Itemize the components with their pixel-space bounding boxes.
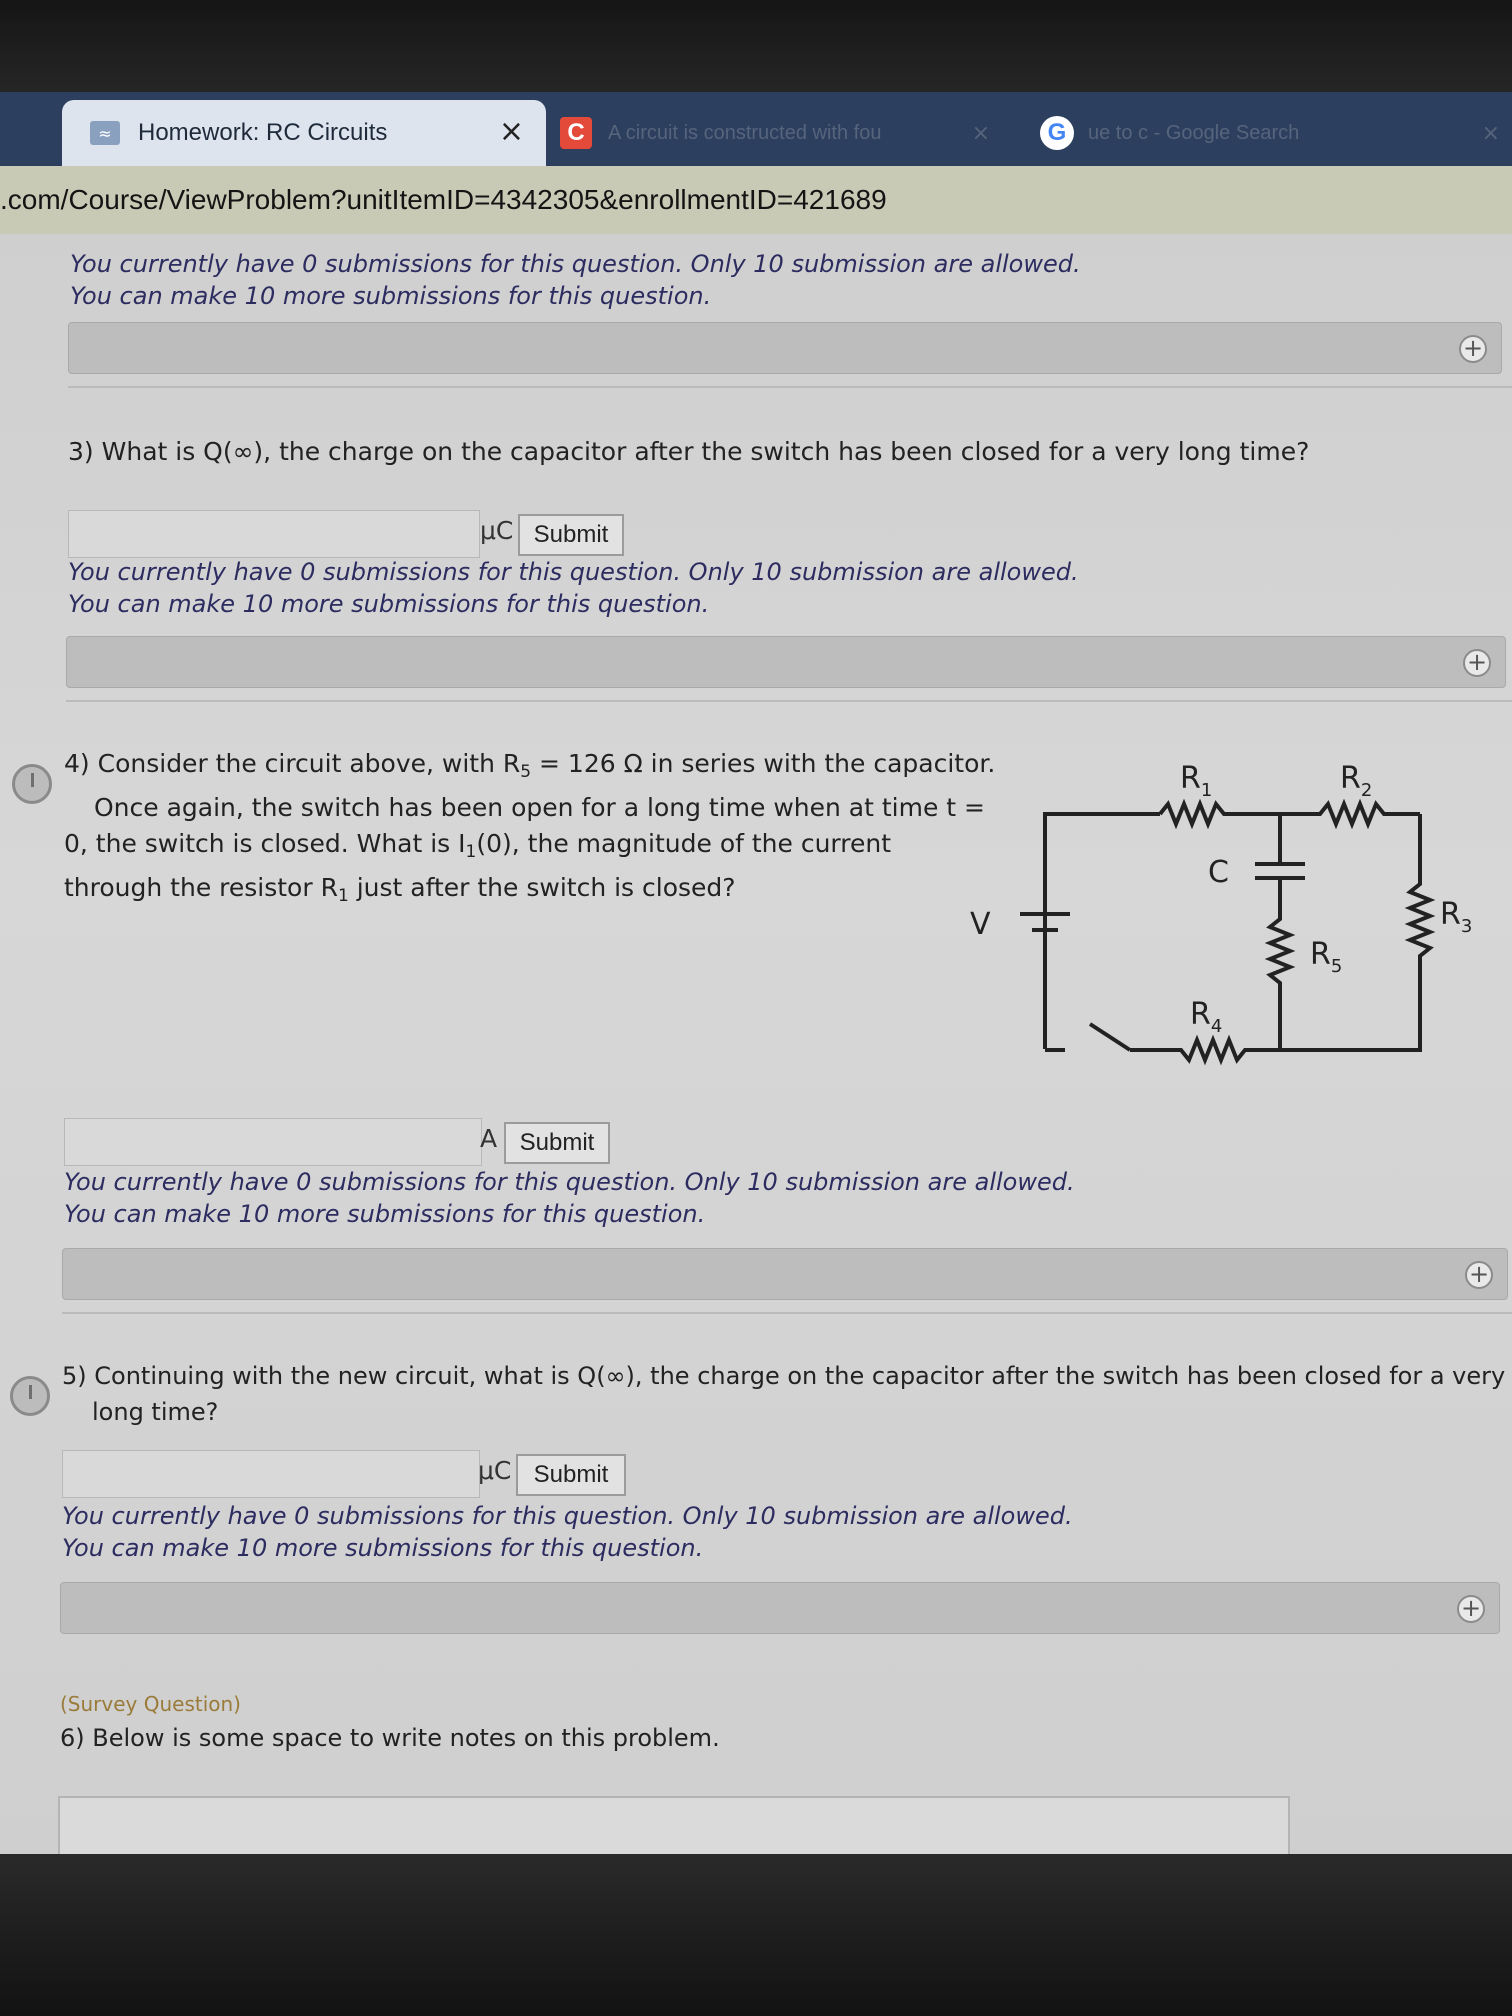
resistor-r3 (1290, 814, 1436, 1052)
screen-bezel-bottom (0, 1854, 1512, 2016)
google-icon: G (1040, 116, 1074, 150)
hint-bar[interactable]: + (66, 636, 1506, 688)
question-3: 3) What is Q(∞), the charge on the capac… (68, 437, 1310, 466)
resistor-r5 (1264, 878, 1296, 1050)
label-r3: R3 (1440, 897, 1472, 937)
clock-icon (10, 1376, 50, 1416)
submit-button-q5[interactable]: Submit (516, 1454, 626, 1496)
wire (1043, 812, 1160, 1049)
submission-note: You currently have 0 submissions for thi… (62, 1502, 1073, 1562)
tab-title: Homework: RC Circuits (138, 119, 388, 146)
plus-circle-icon[interactable]: + (1465, 1261, 1493, 1289)
resistor-r1 (1158, 798, 1280, 830)
unit-label: μC (480, 516, 514, 545)
divider (62, 1312, 1512, 1314)
unit-label: μC (478, 1456, 512, 1485)
answer-input-q3[interactable] (68, 510, 480, 558)
label-r2: R2 (1340, 761, 1372, 801)
submit-button-q3[interactable]: Submit (518, 514, 624, 556)
question-4: 4) Consider the circuit above, with R5 =… (64, 749, 996, 906)
label-r5: R5 (1310, 937, 1342, 977)
switch (1088, 1022, 1132, 1052)
tab-title: A circuit is constructed with fou (608, 121, 882, 144)
tab-homework[interactable]: ≈ Homework: RC Circuits × (62, 100, 546, 166)
clock-icon (12, 764, 52, 804)
plus-circle-icon[interactable]: + (1459, 335, 1487, 363)
tab-google[interactable]: G ue to c - Google Search × (1040, 110, 1500, 156)
survey-label: (Survey Question) (60, 1692, 241, 1716)
submit-button-q4[interactable]: Submit (504, 1122, 610, 1164)
tab-chegg[interactable]: C A circuit is constructed with fou × (560, 110, 1000, 156)
label-r1: R1 (1180, 761, 1212, 801)
submission-note: You currently have 0 submissions for thi… (64, 1168, 1075, 1228)
resistor-r2 (1280, 798, 1420, 830)
plus-circle-icon[interactable]: + (1457, 1595, 1485, 1623)
question-5: 5) Continuing with the new circuit, what… (62, 1362, 1506, 1426)
screen-bezel-top (0, 0, 1512, 92)
submission-note: You currently have 0 submissions for thi… (68, 558, 1079, 618)
submission-note: You currently have 0 submissions for thi… (70, 250, 1081, 310)
problem-page: You currently have 0 submissions for thi… (0, 234, 1512, 1876)
circuit-diagram: R1 R2 R3 R4 R5 C V (970, 761, 1472, 1066)
close-tab-icon[interactable]: × (972, 121, 990, 146)
resistor-r4 (1130, 1034, 1290, 1066)
label-r4: R4 (1190, 997, 1222, 1037)
chegg-icon: C (560, 117, 592, 149)
hint-bar[interactable]: + (62, 1248, 1508, 1300)
tab-title: ue to c - Google Search (1088, 121, 1300, 144)
browser-tab-bar: ≈ Homework: RC Circuits × C A circuit is… (0, 92, 1512, 166)
address-bar[interactable]: .com/Course/ViewProblem?unitItemID=43423… (0, 166, 1512, 234)
question-6: 6) Below is some space to write notes on… (60, 1724, 720, 1752)
plus-circle-icon[interactable]: + (1463, 649, 1491, 677)
hint-bar[interactable]: + (68, 322, 1502, 374)
divider (68, 386, 1512, 388)
answer-input-q4[interactable] (64, 1118, 482, 1166)
mastering-icon: ≈ (90, 121, 120, 145)
close-tab-icon[interactable]: × (1482, 121, 1500, 146)
unit-label: A (480, 1124, 498, 1153)
close-tab-icon[interactable]: × (499, 114, 524, 149)
label-v: V (970, 907, 991, 942)
label-c: C (1208, 855, 1229, 890)
divider (66, 700, 1512, 702)
hint-bar[interactable]: + (60, 1582, 1500, 1634)
url-text[interactable]: .com/Course/ViewProblem?unitItemID=43423… (0, 184, 887, 216)
answer-input-q5[interactable] (62, 1450, 480, 1498)
